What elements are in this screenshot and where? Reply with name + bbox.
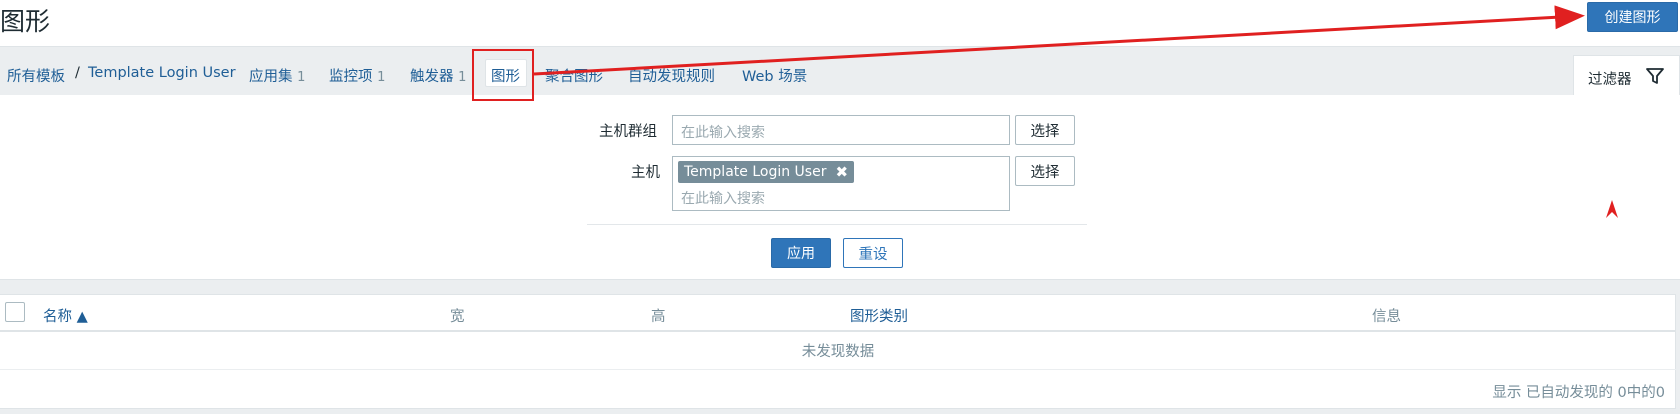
host-tag-label: Template Login User: [684, 164, 827, 180]
column-header-name[interactable]: 名称 ▲: [43, 305, 88, 326]
filter-panel: 主机群组 在此输入搜索 选择 主机 Template Login User ✖ …: [0, 95, 1680, 280]
nav-discovery-rules[interactable]: 自动发现规则: [628, 65, 715, 86]
host-placeholder: 在此输入搜索: [681, 191, 765, 207]
nav-applications-count: 1: [297, 70, 306, 85]
column-header-width: 宽: [450, 309, 465, 325]
reset-button[interactable]: 重设: [843, 238, 903, 268]
host-select-button[interactable]: 选择: [1015, 156, 1075, 186]
page-header: 图形 创建图形: [0, 0, 1680, 46]
nav-items[interactable]: 监控项 1: [329, 65, 385, 86]
table-footer-count: 显示 已自动发现的 0中的0: [1492, 385, 1665, 401]
host-group-label: 主机群组: [599, 124, 657, 140]
host-multiselect[interactable]: Template Login User ✖ 在此输入搜索: [672, 156, 1010, 211]
nav-web-scenarios[interactable]: Web 场景: [742, 65, 807, 86]
column-header-height: 高: [651, 309, 666, 325]
filter-divider: [587, 224, 1087, 225]
column-header-info: 信息: [1372, 309, 1401, 325]
graphs-table: 名称 ▲ 宽 高 图形类别 信息 未发现数据 显示 已自动发现的 0中的0: [0, 294, 1676, 409]
host-group-placeholder: 在此输入搜索: [681, 125, 765, 141]
page-title: 图形: [0, 7, 51, 36]
host-group-input[interactable]: 在此输入搜索: [672, 115, 1010, 145]
create-graph-button[interactable]: 创建图形: [1587, 2, 1678, 32]
filter-tab[interactable]: 过滤器: [1573, 55, 1680, 97]
nav-template-login-user[interactable]: Template Login User: [88, 65, 236, 81]
nav-triggers[interactable]: 触发器 1: [410, 65, 466, 86]
breadcrumb-separator: /: [75, 65, 80, 81]
nav-triggers-label: 触发器: [410, 69, 454, 85]
apply-button[interactable]: 应用: [771, 238, 831, 268]
nav-items-label: 监控项: [329, 69, 373, 85]
nav-screens[interactable]: 聚合图形: [545, 65, 603, 86]
nav-items-count: 1: [377, 70, 386, 85]
nav-all-templates[interactable]: 所有模板: [7, 65, 65, 86]
funnel-icon: [1646, 68, 1664, 84]
breadcrumb-nav: 所有模板 / Template Login User 应用集 1 监控项 1 触…: [0, 46, 1680, 97]
page: 图形 创建图形 所有模板 / Template Login User 应用集 1…: [0, 0, 1680, 414]
nav-applications[interactable]: 应用集 1: [249, 65, 305, 86]
host-tag: Template Login User ✖: [678, 161, 855, 183]
host-group-select-button[interactable]: 选择: [1015, 115, 1075, 145]
remove-tag-icon[interactable]: ✖: [835, 163, 848, 181]
no-data-row: 未发现数据: [0, 332, 1676, 370]
host-label: 主机: [631, 165, 660, 181]
nav-triggers-count: 1: [458, 70, 467, 85]
annotation-highlight-box: [472, 49, 534, 101]
nav-applications-label: 应用集: [249, 69, 293, 85]
select-all-checkbox[interactable]: [5, 302, 25, 322]
column-header-graph-type[interactable]: 图形类别: [850, 305, 908, 326]
filter-tab-label: 过滤器: [1588, 72, 1632, 88]
